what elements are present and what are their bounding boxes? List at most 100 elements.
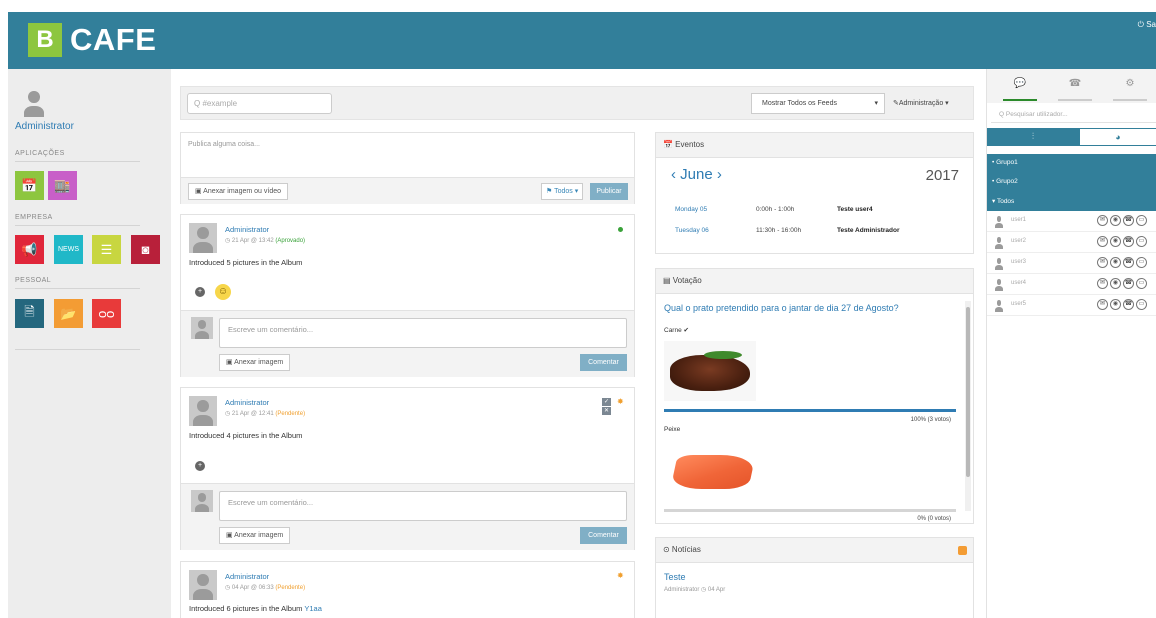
post-text: Introduced 5 pictures in the Album bbox=[189, 258, 303, 267]
logout-button[interactable]: ⏻ Sa bbox=[1138, 20, 1156, 30]
mail-icon[interactable]: ✉ bbox=[1097, 236, 1108, 247]
poll-scroll-thumb[interactable] bbox=[966, 307, 970, 477]
tab-chat[interactable]: 💬 bbox=[995, 69, 1045, 103]
audience-dropdown[interactable]: ⚑ Todos ▾ bbox=[541, 183, 584, 200]
post-author[interactable]: Administrator bbox=[225, 398, 269, 407]
poll-scrollbar[interactable] bbox=[965, 301, 971, 511]
feeds-filter-label: Mostrar Todos os Feeds bbox=[762, 100, 837, 107]
reject-icon[interactable]: ✕ bbox=[602, 407, 611, 415]
mail-icon[interactable]: ✉ bbox=[1097, 278, 1108, 289]
announcements-app-tile[interactable]: 📢 bbox=[15, 235, 44, 264]
phone-icon[interactable]: ☎ bbox=[1123, 236, 1134, 247]
files-app-tile[interactable]: 📂 bbox=[54, 299, 83, 328]
folder-icon: 📂 bbox=[60, 305, 77, 321]
event-row[interactable]: Tuesday 06 11:30h - 16:00h Teste Administr… bbox=[675, 227, 899, 234]
phone-icon[interactable]: ☎ bbox=[1123, 299, 1134, 310]
commenter-avatar bbox=[191, 317, 213, 339]
tab-settings[interactable]: ⚙ bbox=[1105, 69, 1155, 103]
group-item[interactable]: • Grupo1 bbox=[992, 159, 1018, 166]
moderation-icons: ✓ ✕ bbox=[602, 398, 611, 415]
post-album-link[interactable]: Y1aa bbox=[304, 604, 322, 613]
camera-icon[interactable]: ◉ bbox=[1110, 278, 1121, 289]
chat-icon[interactable]: ▭ bbox=[1136, 257, 1147, 268]
chat-icon[interactable]: ▭ bbox=[1136, 215, 1147, 226]
rss-icon[interactable] bbox=[958, 546, 967, 555]
chat-icon[interactable]: ▭ bbox=[1136, 236, 1147, 247]
user-row[interactable]: user1 ✉ ◉ ☎ ▭ bbox=[987, 211, 1156, 232]
phone-icon[interactable]: ☎ bbox=[1123, 215, 1134, 226]
post-meta: ◷ 21 Apr @ 12:41 (Pendente) bbox=[225, 410, 305, 417]
publish-button[interactable]: Publicar bbox=[590, 183, 628, 200]
comment-area: Escreve um comentário... ▣ Anexar imagem… bbox=[181, 310, 634, 377]
camera-icon[interactable]: ◉ bbox=[1110, 215, 1121, 226]
like-icon[interactable]: + bbox=[195, 287, 205, 297]
tab-calls[interactable]: ☎ bbox=[1050, 69, 1100, 103]
poll-option-label[interactable]: Carne ✔ bbox=[664, 326, 689, 334]
user-row[interactable]: user5 ✉ ◉ ☎ ▭ bbox=[987, 295, 1156, 316]
post-text: Introduced 4 pictures in the Album bbox=[189, 431, 303, 440]
comment-input[interactable]: Escreve um comentário... bbox=[219, 318, 627, 348]
news-item-title[interactable]: Teste bbox=[664, 572, 686, 582]
user-row[interactable]: user3 ✉ ◉ ☎ ▭ bbox=[987, 253, 1156, 274]
post-author-avatar[interactable] bbox=[189, 570, 217, 600]
globe-view-button[interactable]: ◕ bbox=[1079, 128, 1156, 146]
like-icon[interactable]: + bbox=[195, 461, 205, 471]
user-avatar[interactable] bbox=[20, 87, 48, 117]
attach-media-button[interactable]: ▣ Anexar imagem ou vídeo bbox=[188, 183, 288, 200]
user-row[interactable]: user4 ✉ ◉ ☎ ▭ bbox=[987, 274, 1156, 295]
smiley-icon[interactable]: ☺ bbox=[215, 284, 231, 300]
sidebar-user-name[interactable]: Administrator bbox=[15, 121, 74, 132]
post-status: (Pendente) bbox=[275, 585, 306, 591]
salmon-image[interactable] bbox=[664, 441, 756, 501]
documents-app-tile[interactable]: ☰ bbox=[92, 235, 121, 264]
groups-view-button[interactable]: ⫶ bbox=[987, 128, 1079, 146]
mail-icon[interactable]: ✉ bbox=[1097, 299, 1108, 310]
section-pessoal: PESSOAL bbox=[15, 277, 140, 289]
store-icon: 🏬 bbox=[54, 177, 71, 193]
store-app-tile[interactable]: 🏬 bbox=[48, 171, 77, 200]
post-author[interactable]: Administrator bbox=[225, 572, 269, 581]
attach-image-button[interactable]: ▣ Anexar imagem bbox=[219, 354, 291, 371]
hashtag-search-input[interactable]: Q #example bbox=[187, 93, 332, 114]
group-item[interactable]: ▾ Todos bbox=[992, 197, 1014, 205]
camera-icon[interactable]: ◉ bbox=[1110, 299, 1121, 310]
feed-post: Administrator ◷ 21 Apr @ 13:42 (Aprovado… bbox=[180, 214, 635, 377]
news-app-tile[interactable]: NEWS bbox=[54, 235, 83, 264]
phone-icon[interactable]: ☎ bbox=[1123, 278, 1134, 289]
month-navigator[interactable]: ‹ June › bbox=[671, 166, 722, 183]
comment-button[interactable]: Comentar bbox=[580, 527, 627, 544]
chat-icon[interactable]: ▭ bbox=[1136, 278, 1147, 289]
approve-icon[interactable]: ✓ bbox=[602, 398, 611, 406]
mail-icon[interactable]: ✉ bbox=[1097, 257, 1108, 268]
voicemail-app-tile[interactable]: ᴑᴑ bbox=[92, 299, 121, 328]
camera-icon[interactable]: ◉ bbox=[1110, 236, 1121, 247]
user-actions: ✉ ◉ ☎ ▭ bbox=[1097, 278, 1147, 289]
user-search-input[interactable]: Q Pesquisar utilizador... bbox=[991, 107, 1156, 123]
poll-option-label[interactable]: Peixe bbox=[664, 426, 680, 433]
post-author[interactable]: Administrator bbox=[225, 225, 269, 234]
app-logo[interactable]: B CAFE bbox=[28, 22, 156, 57]
section-empresa: EMPRESA bbox=[15, 214, 140, 226]
post-author-avatar[interactable] bbox=[189, 396, 217, 426]
camera-icon[interactable]: ◉ bbox=[1110, 257, 1121, 268]
comment-button[interactable]: Comentar bbox=[580, 354, 627, 371]
poll-result-text: 0% (0 votos) bbox=[917, 516, 951, 522]
group-item[interactable]: • Grupo2 bbox=[992, 178, 1018, 185]
feeds-filter-select[interactable]: Mostrar Todos os Feeds ▾ bbox=[751, 93, 885, 114]
chat-icon[interactable]: ▭ bbox=[1136, 299, 1147, 310]
phone-icon[interactable]: ☎ bbox=[1123, 257, 1134, 268]
admin-menu[interactable]: ✎Administração ▾ bbox=[893, 99, 949, 107]
user-row[interactable]: user2 ✉ ◉ ☎ ▭ bbox=[987, 232, 1156, 253]
steak-image[interactable] bbox=[664, 341, 756, 401]
gallery-app-tile[interactable]: ◙ bbox=[131, 235, 160, 264]
profile-app-tile[interactable]: 🗎 bbox=[15, 299, 44, 328]
compose-input[interactable]: Publica alguma coisa... bbox=[188, 141, 260, 148]
post-author-avatar[interactable] bbox=[189, 223, 217, 253]
comment-input[interactable]: Escreve um comentário... bbox=[219, 491, 627, 521]
poll-panel: ▤ Votação Qual o prato pretendido para o… bbox=[655, 268, 974, 524]
event-row[interactable]: Monday 05 0:00h - 1:00h Teste user4 bbox=[675, 206, 873, 213]
camera-icon: ◙ bbox=[141, 242, 150, 257]
mail-icon[interactable]: ✉ bbox=[1097, 215, 1108, 226]
attach-image-button[interactable]: ▣ Anexar imagem bbox=[219, 527, 291, 544]
calendar-app-tile[interactable]: 📅 bbox=[15, 171, 44, 200]
